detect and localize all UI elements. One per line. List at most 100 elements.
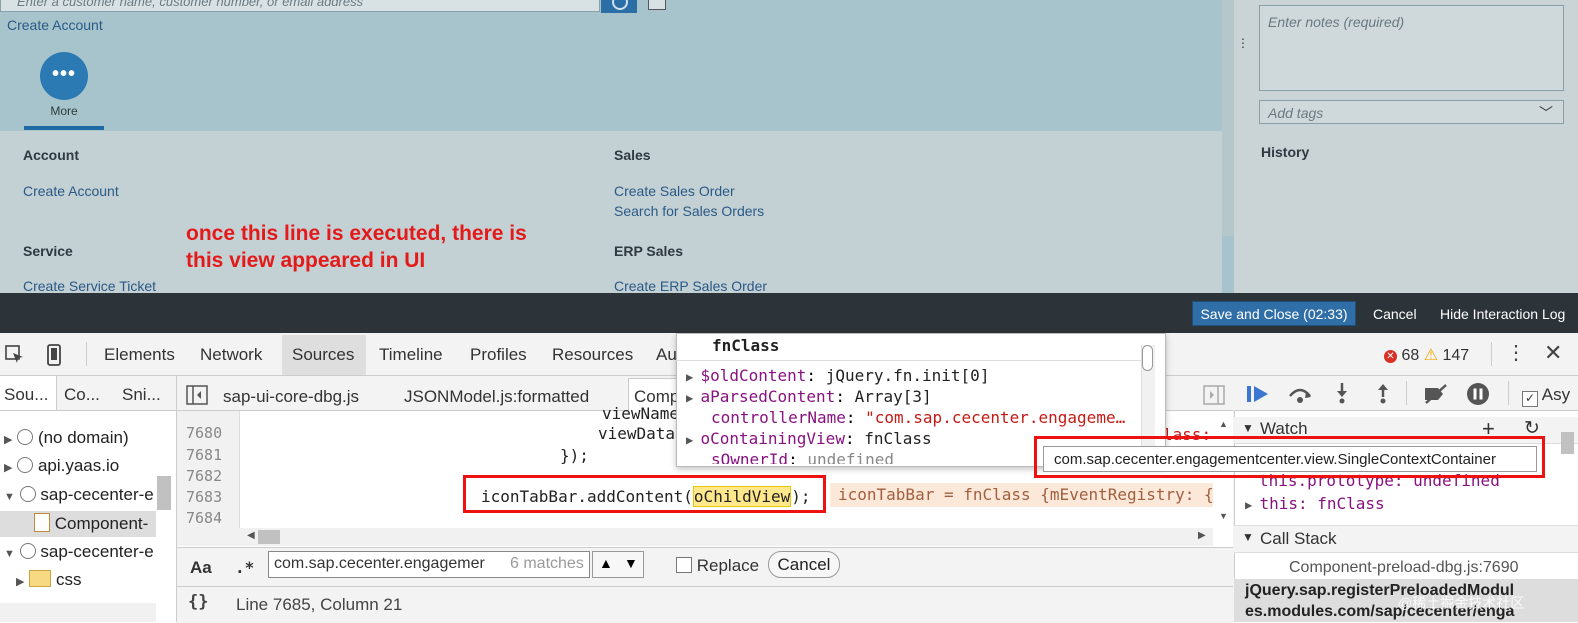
tree-item-api-yaas[interactable]: ▶ api.yaas.io: [4, 456, 119, 476]
popover-divider: [676, 360, 1142, 361]
customer-search-input[interactable]: Enter a customer name, customer number, …: [0, 0, 600, 12]
regex-toggle[interactable]: .*: [235, 558, 254, 577]
tree-item-css-folder[interactable]: ▶ css: [16, 570, 81, 590]
search-sales-orders-link[interactable]: Search for Sales Orders: [614, 203, 764, 219]
navigator-scrollbar[interactable]: [157, 476, 171, 510]
create-erp-sales-order-link[interactable]: Create ERP Sales Order: [614, 278, 767, 294]
notes-textarea[interactable]: Enter notes (required): [1259, 5, 1564, 91]
tab-elements[interactable]: Elements: [104, 345, 175, 365]
line-number[interactable]: 7680: [186, 424, 222, 442]
checkbox-icon[interactable]: [676, 557, 692, 573]
async-checkbox[interactable]: ✓ Asy: [1522, 385, 1570, 407]
call-stack-section-header[interactable]: ▼ Call Stack: [1234, 525, 1578, 553]
search-icon: [612, 0, 628, 10]
tree-item-no-domain[interactable]: ▶ (no domain): [4, 428, 129, 448]
tab-audits[interactable]: Au: [656, 345, 677, 365]
device-mode-icon[interactable]: [46, 344, 62, 366]
more-label[interactable]: More: [40, 104, 88, 118]
call-frame-location[interactable]: Component-preload-dbg.js:7690: [1289, 559, 1518, 577]
inline-value-preview: iconTabBar = fnClass {mEventRegistry: {: [830, 483, 1213, 507]
toggle-debugger-icon[interactable]: [1203, 385, 1225, 405]
collapse-arrow-icon: ▼: [4, 491, 15, 503]
navigator-hscrollbar[interactable]: [0, 603, 156, 622]
line-number[interactable]: 7682: [186, 467, 222, 485]
expand-arrow-icon: ▶: [4, 434, 13, 446]
match-case-toggle[interactable]: Aa: [190, 558, 212, 578]
collapse-arrow-icon: ▼: [1242, 421, 1254, 435]
erp-sales-heading: ERP Sales: [614, 243, 684, 259]
collapse-arrow-icon: ▼: [4, 548, 15, 560]
pane-splitter[interactable]: [1222, 0, 1234, 236]
tab-sources[interactable]: Sources: [292, 345, 354, 365]
find-cancel-button[interactable]: Cancel: [768, 551, 840, 578]
more-options-icon[interactable]: ⋮: [1506, 340, 1526, 365]
replace-checkbox[interactable]: Replace: [676, 556, 759, 576]
deactivate-breakpoints-icon[interactable]: [1422, 383, 1450, 405]
inspect-element-icon[interactable]: [4, 344, 26, 366]
editor-hscrollbar[interactable]: [177, 528, 1213, 546]
watch-row[interactable]: ▶ this: fnClass: [1245, 494, 1385, 513]
debugger-scroll-thumb[interactable]: [1561, 432, 1574, 454]
pretty-print-button[interactable]: {}: [188, 592, 208, 612]
create-account-link-top[interactable]: Create Account: [7, 17, 103, 33]
editor-tab-sap-ui-core[interactable]: sap-ui-core-dbg.js: [223, 387, 359, 407]
expand-arrow-icon: ▶: [16, 576, 25, 588]
tree-item-sap-cecenter-1[interactable]: ▼ sap-cecenter-e: [4, 485, 154, 505]
pause-on-exceptions-icon[interactable]: [1466, 382, 1490, 406]
tab-resources[interactable]: Resources: [552, 345, 633, 365]
find-next-icon[interactable]: ▼: [624, 555, 638, 571]
chevron-down-icon[interactable]: ﹀: [1539, 103, 1553, 123]
editor-tab-jsonmodel[interactable]: JSONModel.js:formatted: [404, 387, 589, 407]
search-button[interactable]: [601, 0, 637, 13]
tree-item-sap-cecenter-2[interactable]: ▼ sap-cecenter-e: [4, 542, 154, 562]
close-devtools-icon[interactable]: ✕: [1544, 340, 1562, 366]
folder-icon: [29, 570, 52, 587]
scroll-right-icon[interactable]: ▶: [1198, 530, 1206, 541]
more-selected-indicator: [24, 126, 104, 130]
toggle-navigator-icon[interactable]: [186, 385, 208, 405]
nav-tab-snippets[interactable]: Sni...: [122, 385, 161, 405]
scroll-left-icon[interactable]: ◀: [247, 530, 255, 541]
checkbox-checked-icon[interactable]: ✓: [1522, 391, 1538, 407]
console-counts[interactable]: ✕ 68 ⚠ 147: [1384, 345, 1469, 365]
create-service-ticket-link[interactable]: Create Service Ticket: [23, 278, 156, 294]
nav-tab-content-scripts[interactable]: Co...: [64, 385, 100, 405]
save-and-close-button[interactable]: Save and Close (02:33): [1192, 301, 1356, 326]
find-previous-icon[interactable]: ▲: [599, 555, 613, 571]
scan-button[interactable]: [648, 0, 666, 10]
popover-row[interactable]: ▶ oContainingView: fnClass: [686, 429, 932, 448]
tab-profiles[interactable]: Profiles: [470, 345, 527, 365]
annotation-line-2: this view appeared in UI: [186, 249, 426, 272]
popover-row[interactable]: controllerName: "com.sap.cecenter.engage…: [711, 408, 1125, 427]
create-sales-order-link[interactable]: Create Sales Order: [614, 183, 735, 199]
line-number[interactable]: 7681: [186, 446, 222, 464]
service-heading: Service: [23, 243, 73, 259]
step-over-icon[interactable]: [1287, 384, 1313, 404]
js-file-icon: [34, 513, 50, 532]
cancel-button[interactable]: Cancel: [1373, 306, 1417, 322]
more-icon[interactable]: •••: [40, 52, 88, 100]
expand-arrow-icon: ▶: [1245, 498, 1260, 512]
step-out-icon[interactable]: [1374, 382, 1392, 404]
tab-network[interactable]: Network: [200, 345, 262, 365]
line-number[interactable]: 7684: [186, 509, 222, 527]
tree-item-component-file[interactable]: Component-: [34, 513, 148, 534]
popover-row[interactable]: sOwnerId: undefined: [711, 450, 894, 464]
tab-timeline[interactable]: Timeline: [379, 345, 443, 365]
splitter-grip-icon[interactable]: ⋮: [1237, 36, 1249, 50]
step-into-icon[interactable]: [1333, 382, 1351, 404]
error-count: 68: [1401, 347, 1420, 364]
create-account-link[interactable]: Create Account: [23, 183, 119, 199]
scroll-up-icon[interactable]: ▲: [1219, 419, 1228, 429]
line-number[interactable]: 7683: [186, 488, 222, 506]
nav-tab-sources[interactable]: Sou...: [4, 385, 48, 405]
popover-scroll-thumb[interactable]: [1142, 345, 1153, 371]
popover-row[interactable]: ▶ $oldContent: jQuery.fn.init[0]: [686, 366, 989, 385]
popover-row[interactable]: ▶ aParsedContent: Array[3]: [686, 387, 932, 406]
tags-input[interactable]: Add tags ﹀: [1259, 100, 1564, 124]
hide-interaction-log-button[interactable]: Hide Interaction Log: [1440, 306, 1565, 322]
resume-icon[interactable]: [1246, 384, 1272, 404]
editor-hscroll-thumb[interactable]: [258, 530, 280, 544]
popover-title: fnClass: [712, 336, 780, 355]
scroll-down-icon[interactable]: ▼: [1219, 511, 1228, 521]
